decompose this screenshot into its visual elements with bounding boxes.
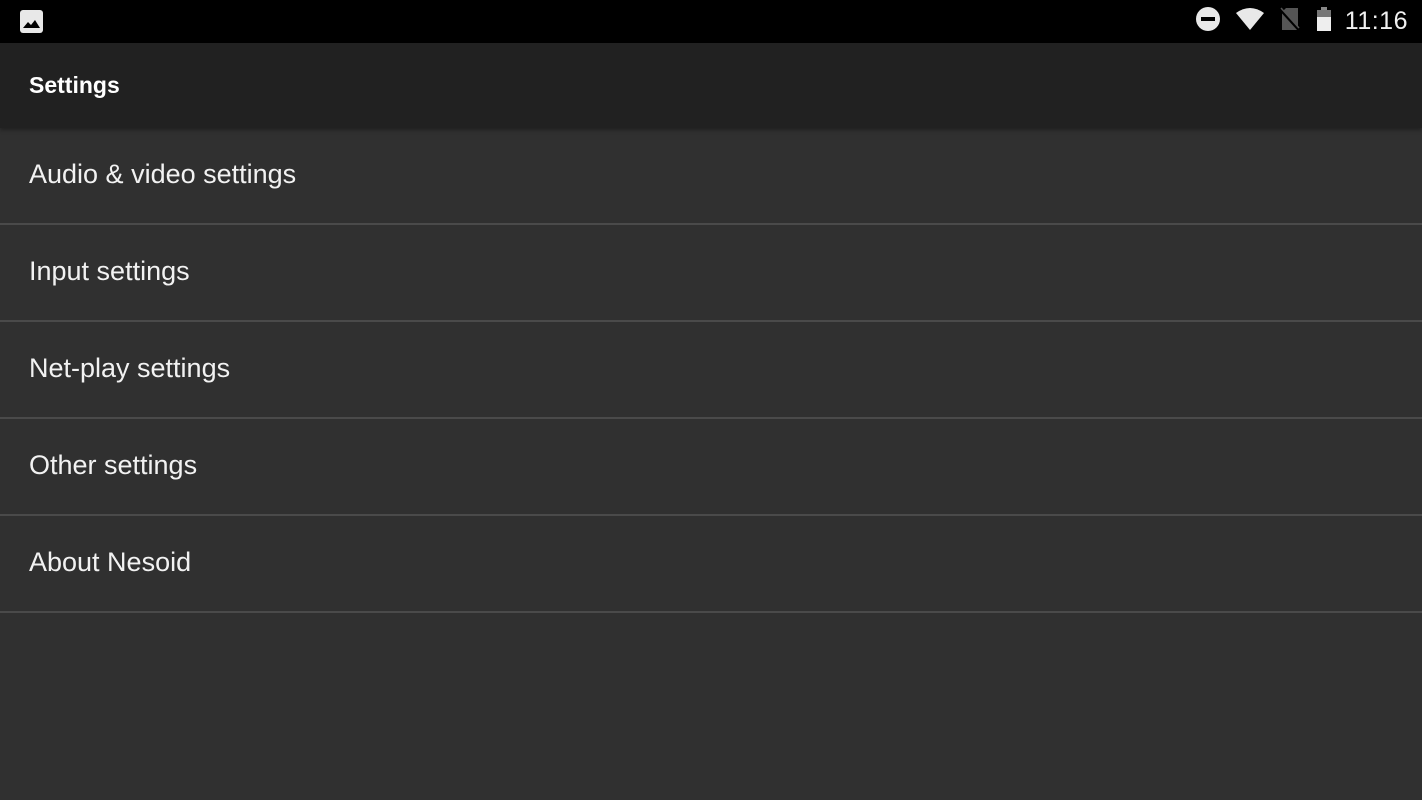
- settings-item-label: Net-play settings: [29, 353, 231, 383]
- settings-item-label: Audio & video settings: [29, 159, 297, 189]
- page-title: Settings: [29, 72, 120, 98]
- settings-item-input[interactable]: Input settings: [0, 225, 1422, 322]
- settings-item-net-play[interactable]: Net-play settings: [0, 322, 1422, 419]
- clock: 11:16: [1344, 7, 1408, 35]
- settings-item-label: About Nesoid: [29, 547, 192, 577]
- app-bar: Settings: [0, 43, 1422, 128]
- image-icon: [20, 10, 43, 33]
- settings-item-label: Other settings: [29, 450, 198, 480]
- do-not-disturb-icon: [1195, 6, 1221, 37]
- settings-item-audio-video[interactable]: Audio & video settings: [0, 128, 1422, 225]
- settings-item-label: Input settings: [29, 256, 190, 286]
- settings-item-about[interactable]: About Nesoid: [0, 516, 1422, 613]
- wifi-icon: [1235, 6, 1265, 37]
- status-icons: 11:16: [1181, 0, 1408, 43]
- status-bar: 11:16: [0, 0, 1422, 43]
- settings-item-other[interactable]: Other settings: [0, 419, 1422, 516]
- no-sim-icon: [1278, 6, 1301, 37]
- settings-list: Audio & video settings Input settings Ne…: [0, 128, 1422, 613]
- battery-icon: [1315, 6, 1333, 37]
